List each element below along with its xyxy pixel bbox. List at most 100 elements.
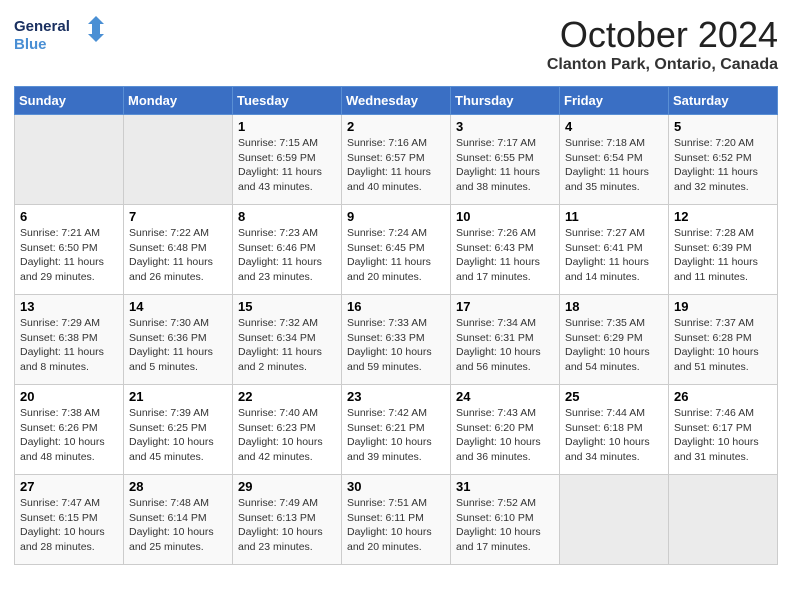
- month-title: October 2024: [547, 14, 778, 56]
- location-title: Clanton Park, Ontario, Canada: [547, 56, 778, 74]
- day-info: Sunrise: 7:22 AMSunset: 6:48 PMDaylight:…: [129, 226, 227, 285]
- day-info: Sunrise: 7:42 AMSunset: 6:21 PMDaylight:…: [347, 406, 445, 465]
- day-info: Sunrise: 7:48 AMSunset: 6:14 PMDaylight:…: [129, 496, 227, 555]
- day-info: Sunrise: 7:39 AMSunset: 6:25 PMDaylight:…: [129, 406, 227, 465]
- calendar-cell: 10Sunrise: 7:26 AMSunset: 6:43 PMDayligh…: [451, 205, 560, 295]
- day-info: Sunrise: 7:29 AMSunset: 6:38 PMDaylight:…: [20, 316, 118, 375]
- calendar-header-row: SundayMondayTuesdayWednesdayThursdayFrid…: [15, 87, 778, 115]
- day-number: 12: [674, 209, 772, 224]
- calendar-cell: 12 Sunrise: 7:28 AMSunset: 6:39 PMDayligh…: [669, 205, 778, 295]
- day-number: 31: [456, 479, 554, 494]
- calendar-cell: 2Sunrise: 7:16 AMSunset: 6:57 PMDaylight…: [342, 115, 451, 205]
- day-info: Sunrise: 7:33 AMSunset: 6:33 PMDaylight:…: [347, 316, 445, 375]
- calendar-cell: 30 Sunrise: 7:51 AMSunset: 6:11 PMDayligh…: [342, 475, 451, 565]
- day-number: 15: [238, 299, 336, 314]
- calendar-cell: 8 Sunrise: 7:23 AMSunset: 6:46 PMDaylight…: [233, 205, 342, 295]
- day-number: 5: [674, 119, 772, 134]
- calendar-cell: [669, 475, 778, 565]
- calendar-cell: [124, 115, 233, 205]
- calendar-cell: 28 Sunrise: 7:48 AMSunset: 6:14 PMDayligh…: [124, 475, 233, 565]
- calendar-cell: 18 Sunrise: 7:35 AMSunset: 6:29 PMDayligh…: [560, 295, 669, 385]
- day-info: Sunrise: 7:15 AMSunset: 6:59 PMDaylight:…: [238, 136, 336, 195]
- calendar-cell: 9Sunrise: 7:24 AMSunset: 6:45 PMDaylight…: [342, 205, 451, 295]
- calendar-cell: 26 Sunrise: 7:46 AMSunset: 6:17 PMDayligh…: [669, 385, 778, 475]
- title-block: October 2024 Clanton Park, Ontario, Cana…: [547, 14, 778, 74]
- header-saturday: Saturday: [669, 87, 778, 115]
- day-number: 18: [565, 299, 663, 314]
- day-info: Sunrise: 7:37 AMSunset: 6:28 PMDaylight:…: [674, 316, 772, 375]
- day-number: 25: [565, 389, 663, 404]
- svg-text:Blue: Blue: [14, 36, 47, 53]
- calendar-cell: 16 Sunrise: 7:33 AMSunset: 6:33 PMDayligh…: [342, 295, 451, 385]
- day-info: Sunrise: 7:51 AMSunset: 6:11 PMDaylight:…: [347, 496, 445, 555]
- calendar-cell: 3Sunrise: 7:17 AMSunset: 6:55 PMDaylight…: [451, 115, 560, 205]
- day-number: 8: [238, 209, 336, 224]
- day-number: 26: [674, 389, 772, 404]
- day-info: Sunrise: 7:52 AMSunset: 6:10 PMDaylight:…: [456, 496, 554, 555]
- calendar-cell: 5 Sunrise: 7:20 AMSunset: 6:52 PMDaylight…: [669, 115, 778, 205]
- day-info: Sunrise: 7:38 AMSunset: 6:26 PMDaylight:…: [20, 406, 118, 465]
- calendar-week-row: 1 Sunrise: 7:15 AMSunset: 6:59 PMDaylight…: [15, 115, 778, 205]
- day-number: 27: [20, 479, 118, 494]
- day-info: Sunrise: 7:20 AMSunset: 6:52 PMDaylight:…: [674, 136, 772, 195]
- day-number: 7: [129, 209, 227, 224]
- calendar-cell: [15, 115, 124, 205]
- day-number: 21: [129, 389, 227, 404]
- calendar-cell: 31 Sunrise: 7:52 AMSunset: 6:10 PMDayligh…: [451, 475, 560, 565]
- calendar-cell: 27 Sunrise: 7:47 AMSunset: 6:15 PMDayligh…: [15, 475, 124, 565]
- day-number: 16: [347, 299, 445, 314]
- header-thursday: Thursday: [451, 87, 560, 115]
- day-number: 4: [565, 119, 663, 134]
- logo-svg: General Blue: [14, 14, 104, 54]
- svg-text:General: General: [14, 18, 70, 35]
- day-info: Sunrise: 7:18 AMSunset: 6:54 PMDaylight:…: [565, 136, 663, 195]
- day-number: 29: [238, 479, 336, 494]
- calendar-cell: 11Sunrise: 7:27 AMSunset: 6:41 PMDayligh…: [560, 205, 669, 295]
- calendar-cell: 23 Sunrise: 7:42 AMSunset: 6:21 PMDayligh…: [342, 385, 451, 475]
- day-info: Sunrise: 7:47 AMSunset: 6:15 PMDaylight:…: [20, 496, 118, 555]
- page-header: General Blue October 2024 Clanton Park, …: [14, 14, 778, 74]
- day-info: Sunrise: 7:17 AMSunset: 6:55 PMDaylight:…: [456, 136, 554, 195]
- calendar-cell: 24 Sunrise: 7:43 AMSunset: 6:20 PMDayligh…: [451, 385, 560, 475]
- header-sunday: Sunday: [15, 87, 124, 115]
- calendar-cell: 17 Sunrise: 7:34 AMSunset: 6:31 PMDayligh…: [451, 295, 560, 385]
- day-info: Sunrise: 7:16 AMSunset: 6:57 PMDaylight:…: [347, 136, 445, 195]
- day-number: 19: [674, 299, 772, 314]
- calendar-table: SundayMondayTuesdayWednesdayThursdayFrid…: [14, 86, 778, 565]
- day-info: Sunrise: 7:27 AMSunset: 6:41 PMDaylight:…: [565, 226, 663, 285]
- day-number: 23: [347, 389, 445, 404]
- day-number: 28: [129, 479, 227, 494]
- calendar-cell: 1 Sunrise: 7:15 AMSunset: 6:59 PMDaylight…: [233, 115, 342, 205]
- day-number: 22: [238, 389, 336, 404]
- day-number: 20: [20, 389, 118, 404]
- header-tuesday: Tuesday: [233, 87, 342, 115]
- header-friday: Friday: [560, 87, 669, 115]
- day-info: Sunrise: 7:43 AMSunset: 6:20 PMDaylight:…: [456, 406, 554, 465]
- day-number: 17: [456, 299, 554, 314]
- calendar-week-row: 27 Sunrise: 7:47 AMSunset: 6:15 PMDayligh…: [15, 475, 778, 565]
- day-number: 24: [456, 389, 554, 404]
- day-info: Sunrise: 7:32 AMSunset: 6:34 PMDaylight:…: [238, 316, 336, 375]
- calendar-week-row: 13 Sunrise: 7:29 AMSunset: 6:38 PMDayligh…: [15, 295, 778, 385]
- calendar-cell: 19 Sunrise: 7:37 AMSunset: 6:28 PMDayligh…: [669, 295, 778, 385]
- day-info: Sunrise: 7:35 AMSunset: 6:29 PMDaylight:…: [565, 316, 663, 375]
- day-number: 14: [129, 299, 227, 314]
- calendar-cell: 4 Sunrise: 7:18 AMSunset: 6:54 PMDaylight…: [560, 115, 669, 205]
- day-number: 6: [20, 209, 118, 224]
- day-info: Sunrise: 7:40 AMSunset: 6:23 PMDaylight:…: [238, 406, 336, 465]
- day-info: Sunrise: 7:21 AMSunset: 6:50 PMDaylight:…: [20, 226, 118, 285]
- day-number: 1: [238, 119, 336, 134]
- day-number: 30: [347, 479, 445, 494]
- day-info: Sunrise: 7:30 AMSunset: 6:36 PMDaylight:…: [129, 316, 227, 375]
- calendar-cell: 13 Sunrise: 7:29 AMSunset: 6:38 PMDayligh…: [15, 295, 124, 385]
- day-info: Sunrise: 7:46 AMSunset: 6:17 PMDaylight:…: [674, 406, 772, 465]
- header-wednesday: Wednesday: [342, 87, 451, 115]
- day-info: Sunrise: 7:23 AMSunset: 6:46 PMDaylight:…: [238, 226, 336, 285]
- day-info: Sunrise: 7:28 AMSunset: 6:39 PMDaylight:…: [674, 226, 772, 285]
- logo: General Blue: [14, 14, 104, 54]
- header-monday: Monday: [124, 87, 233, 115]
- day-info: Sunrise: 7:26 AMSunset: 6:43 PMDaylight:…: [456, 226, 554, 285]
- day-number: 13: [20, 299, 118, 314]
- day-info: Sunrise: 7:34 AMSunset: 6:31 PMDaylight:…: [456, 316, 554, 375]
- calendar-cell: 6 Sunrise: 7:21 AMSunset: 6:50 PMDaylight…: [15, 205, 124, 295]
